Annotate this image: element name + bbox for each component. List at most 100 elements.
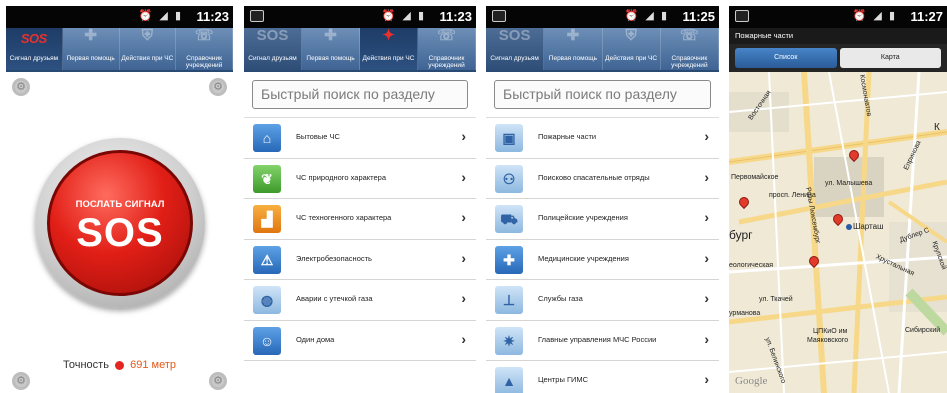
status-bar: ⏰ ◢ ▮ 11:27 [729,6,947,28]
image-notification-icon [735,10,749,22]
nature-icon: ❦ [253,164,281,193]
tab-label: Справочник учреждений [671,55,708,69]
main-tabs: SOS Сигнал друзьям ✚ Первая помощь ✦ Дей… [244,28,476,72]
list-item-label: Центры ГИМС [538,375,589,384]
phone-icon: ☏ [679,27,699,44]
directory-list: ▣ Пожарные части › ⚇ Поисково спасательн… [486,118,719,393]
gear-icon[interactable]: ⚙ [209,372,227,390]
view-switcher: Список Карта [729,44,947,72]
police-car-icon: ⛟ [495,205,523,233]
status-icons: ⏰ ◢ ▮ [852,10,897,22]
accuracy-value: 691 [130,359,149,371]
chevron-right-icon: › [461,330,466,347]
tab-label: Сигнал друзьям [490,55,539,62]
list-item-label: Службы газа [538,294,583,303]
factory-icon: ▟ [253,205,281,233]
gas-icon: ◍ [253,286,281,314]
search-input[interactable]: Быстрый поиск по разделу [252,80,468,109]
alert-icon: ✦ [382,27,395,44]
map-pin-icon [830,211,846,227]
child-home-icon: ☺ [253,326,281,355]
house-icon: ⌂ [253,124,281,152]
cross-icon: ✚ [566,27,580,44]
fire-station-pin[interactable] [736,194,752,211]
status-time: 11:23 [196,9,229,24]
screen-title: Пожарные части [729,28,947,44]
map-label-malysheva: ул. Малышева [825,180,873,187]
sos-tab-icon: SOS [256,27,289,44]
list-item-label: Один дома [296,334,335,344]
main-tabs: SOS Сигнал друзьям ✚ Первая помощь ⛨ Дей… [486,28,719,72]
location-dot-icon [115,360,125,370]
status-icons: ⏰ ◢ ▮ [381,10,426,22]
list-item[interactable]: ❦ ЧС природного характера › [244,158,476,199]
list-item[interactable]: ✷ Главные управления МЧС России › [486,320,719,361]
tab-list[interactable]: Список [735,48,837,68]
tab-emergency-actions[interactable]: ✦ Действия при ЧС [360,28,418,70]
accuracy-unit: метр [151,359,176,371]
list-item-label: Электробезопасность [296,253,372,263]
electric-hazard-icon: ⚠ [253,245,281,274]
gear-icon[interactable]: ⚙ [12,372,30,390]
tab-label: Действия при ЧС [605,55,658,62]
tab-signal-friends[interactable]: SOS Сигнал друзьям [486,27,545,70]
directory-screen: ⏰ ◢ ▮ 11:25 SOS Сигнал друзьям ✚ Первая … [486,6,719,393]
status-bar: ⏰ ◢ ▮ 11:25 [486,6,719,28]
status-bar: ⏰ ◢ ▮ 11:23 [244,6,476,28]
shield-icon: ⛨ [625,27,637,44]
gear-icon[interactable]: ⚙ [12,78,30,96]
list-item[interactable]: ▣ Пожарные части › [486,118,719,159]
fire-station-pin[interactable] [806,253,822,270]
chevron-right-icon: › [461,128,466,144]
tab-directory[interactable]: ☏ Справочник учреждений [418,28,476,70]
map-pin-icon [806,253,822,269]
tab-signal-friends[interactable]: SOS Сигнал друзьям [6,28,63,70]
sos-screen: ⏰ ◢ ▮ 11:23 SOS Сигнал друзьям ✚ Первая … [6,6,233,393]
tab-first-aid[interactable]: ✚ Первая помощь [302,28,360,70]
tab-signal-friends[interactable]: SOS Сигнал друзьям [244,28,302,70]
list-item[interactable]: ⌂ Бытовые ЧС › [244,118,476,159]
tab-label: Сигнал друзьям [248,55,297,62]
fire-station-pin[interactable] [846,147,862,164]
list-item[interactable]: ▲ Центры ГИМС › [486,361,719,393]
chevron-right-icon: › [704,371,709,387]
map-label-sibirsky: Сибирский [905,327,941,334]
map-label-pervomayskoe: Первомайское [731,174,779,181]
map-label-ckpio: ЦПКиО им [813,328,848,335]
map-pin-icon [736,194,752,210]
search-input[interactable]: Быстрый поиск по разделу [494,80,711,109]
status-icons: ⏰ ◢ ▮ [138,10,183,22]
tab-emergency-actions[interactable]: ⛨ Действия при ЧС [603,28,661,70]
map-label-armianova: урманова [729,310,761,317]
list-item[interactable]: ▟ ЧС техногенного характера › [244,199,476,240]
city-map[interactable]: Первомайское просп. Ленина ул. Малышева … [729,72,947,393]
shield-icon: ⛨ [141,27,154,44]
sos-tab-icon: SOS [498,27,531,44]
tab-directory[interactable]: ☏ Справочник учреждений [176,28,233,70]
tab-emergency-actions[interactable]: ⛨ Действия при ЧС [120,28,177,70]
sos-button[interactable]: ПОСЛАТЬ СИГНАЛ SOS [47,150,193,296]
fire-station-pin[interactable] [830,211,846,228]
list-item-label: Бытовые ЧС [296,132,340,141]
sos-tab-icon: SOS [20,31,47,46]
list-item[interactable]: ⚇ Поисково спасательные отряды › [486,158,719,199]
chevron-right-icon: › [704,290,709,306]
list-item[interactable]: ☺ Один дома › [244,320,476,361]
sos-button-caption: ПОСЛАТЬ СИГНАЛ [75,199,165,210]
accuracy-label: Точность [63,359,109,371]
tab-directory[interactable]: ☏ Справочник учреждений [661,28,719,70]
tab-first-aid[interactable]: ✚ Первая помощь [63,28,120,70]
list-item[interactable]: ◍ Аварии с утечкой газа › [244,280,476,321]
list-item-label: Поисково спасательные отряды [538,172,650,182]
list-item[interactable]: ⛟ Полицейские учреждения › [486,199,719,240]
list-item[interactable]: ⊥ Службы газа › [486,280,719,321]
tab-map[interactable]: Карта [839,48,941,68]
tab-label: Сигнал друзьям [9,55,59,62]
gear-icon[interactable]: ⚙ [209,78,227,96]
chevron-right-icon: › [704,209,709,225]
status-icons: ⏰ ◢ ▮ [624,10,669,22]
list-item[interactable]: ⚠ Электробезопасность › [244,239,476,280]
tab-first-aid[interactable]: ✚ Первая помощь [544,27,603,70]
list-item[interactable]: ✚ Медицинские учреждения › [486,239,719,280]
tab-label: Первая помощь [66,55,115,62]
